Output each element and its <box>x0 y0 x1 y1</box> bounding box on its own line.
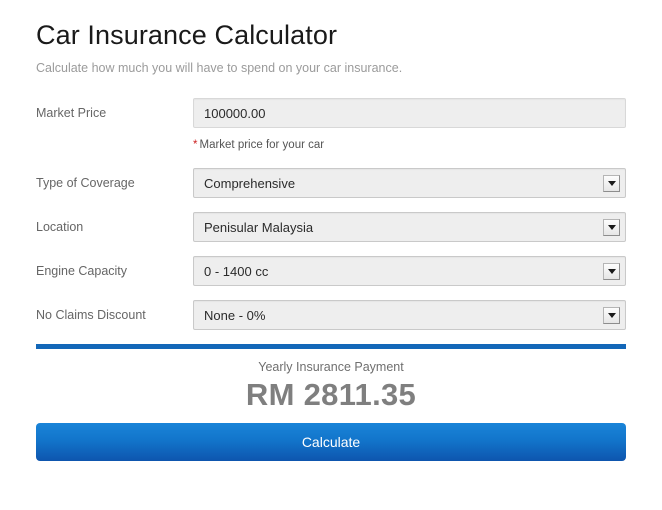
market-price-field-wrap: *Market price for your car <box>193 98 626 154</box>
location-label: Location <box>36 220 84 234</box>
result-amount: RM 2811.35 <box>245 377 417 412</box>
car-insurance-calculator-page: Car Insurance Calculator Calculate how m… <box>0 0 662 510</box>
page-title: Car Insurance Calculator <box>36 20 338 50</box>
chevron-down-icon[interactable] <box>603 174 620 192</box>
engine-capacity-selected-value: 0 - 1400 cc <box>204 263 269 279</box>
calculate-button[interactable]: Calculate <box>36 423 626 461</box>
chevron-down-icon[interactable] <box>603 218 620 236</box>
page-subtitle: Calculate how much you will have to spen… <box>36 61 403 75</box>
market-price-input[interactable] <box>193 98 626 128</box>
result-section: Yearly Insurance Payment RM 2811.35 Calc… <box>0 344 662 461</box>
market-price-help-text: * Market price for your car <box>193 138 626 152</box>
location-select[interactable]: Penisular Malaysia <box>193 212 626 242</box>
calculator-form: Market Price *Market price for your car … <box>0 98 662 330</box>
caret-shape <box>607 268 616 274</box>
coverage-select[interactable]: Comprehensive <box>193 168 626 198</box>
location-field-wrap: Penisular Malaysia <box>193 212 626 242</box>
chevron-down-icon[interactable] <box>603 306 620 324</box>
no-claims-discount-label: No Claims Discount <box>36 308 146 322</box>
market-price-help-label: Market price for your car <box>199 139 325 151</box>
chevron-down-icon[interactable] <box>603 262 620 280</box>
engine-capacity-field-wrap: 0 - 1400 cc <box>193 256 626 286</box>
accent-divider <box>36 344 626 349</box>
required-asterisk-icon: * <box>193 139 198 151</box>
caret-shape <box>607 180 616 186</box>
form-row-location: Location Penisular Malaysia <box>0 212 662 242</box>
no-claims-discount-field-wrap: None - 0% <box>193 300 626 330</box>
form-row-no-claims-discount: No Claims Discount None - 0% <box>0 300 662 330</box>
location-selected-value: Penisular Malaysia <box>204 219 314 235</box>
no-claims-discount-select[interactable]: None - 0% <box>193 300 626 330</box>
form-row-engine-capacity: Engine Capacity 0 - 1400 cc <box>0 256 662 286</box>
page-header: Car Insurance Calculator Calculate how m… <box>0 0 662 76</box>
caret-shape <box>607 224 616 230</box>
coverage-label: Type of Coverage <box>36 176 135 190</box>
engine-capacity-select[interactable]: 0 - 1400 cc <box>193 256 626 286</box>
caret-shape <box>607 312 616 318</box>
form-row-coverage: Type of Coverage Comprehensive <box>0 168 662 198</box>
coverage-field-wrap: Comprehensive <box>193 168 626 198</box>
coverage-selected-value: Comprehensive <box>204 175 296 191</box>
form-row-market-price: Market Price *Market price for your car <box>0 98 662 154</box>
market-price-label: Market Price <box>36 106 107 120</box>
engine-capacity-label: Engine Capacity <box>36 264 128 278</box>
no-claims-discount-selected-value: None - 0% <box>204 307 266 323</box>
result-label: Yearly Insurance Payment <box>258 360 404 374</box>
